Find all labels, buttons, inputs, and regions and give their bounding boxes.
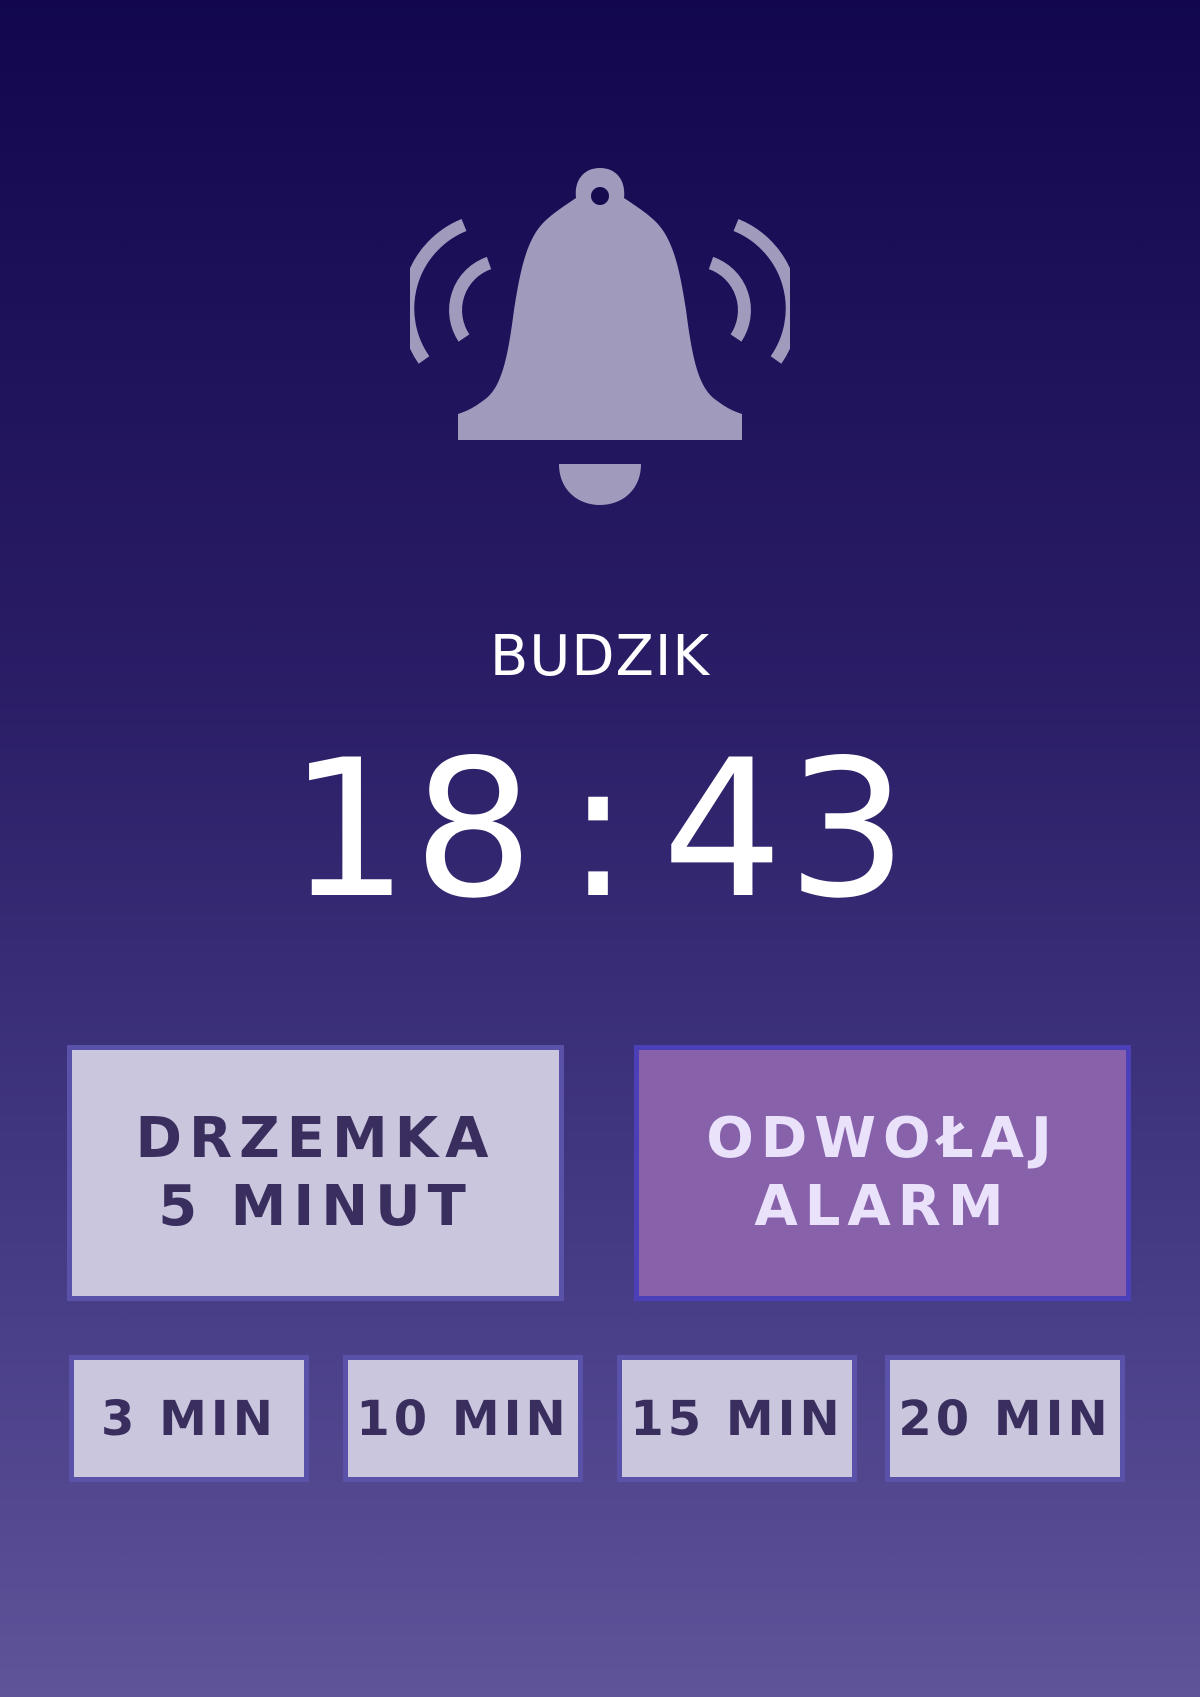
snooze-option-10-min-button[interactable]: 10 MIN: [343, 1355, 583, 1482]
snooze-5-minutes-button[interactable]: DRZEMKA 5 MINUT: [67, 1045, 564, 1301]
alarm-title: BUDZIK: [489, 624, 711, 689]
alarm-hours: 18: [288, 719, 538, 940]
snooze-option-20-min-button[interactable]: 20 MIN: [885, 1355, 1125, 1482]
alarm-time: 18:43: [0, 735, 1200, 925]
time-separator: :: [565, 719, 634, 940]
snooze-option-3-min-button[interactable]: 3 MIN: [69, 1355, 309, 1482]
snooze-button-label: DRZEMKA 5 MINUT: [135, 1106, 496, 1239]
alarm-minutes: 43: [662, 719, 912, 940]
snooze-option-15-min-button[interactable]: 15 MIN: [617, 1355, 857, 1482]
ringing-bell-icon: [410, 168, 790, 505]
dismiss-alarm-button[interactable]: ODWOŁAJ ALARM: [634, 1045, 1131, 1301]
dismiss-button-label: ODWOŁAJ ALARM: [706, 1106, 1059, 1239]
